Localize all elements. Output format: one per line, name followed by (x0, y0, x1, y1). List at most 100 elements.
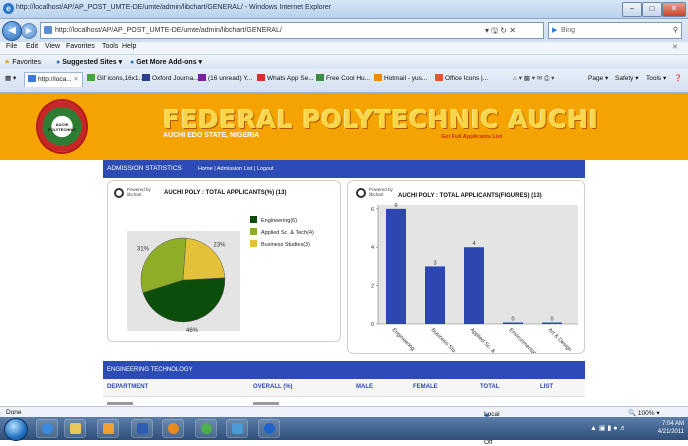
ie-small-icon-2: ● (130, 59, 135, 66)
back-button[interactable]: ◀ (2, 21, 22, 41)
minimize-button[interactable]: – (622, 2, 642, 17)
bar-value-0: 6 (394, 203, 397, 209)
polytechnic-logo: AUCHI POLYTECHNIC (36, 99, 88, 154)
zoom-level[interactable]: 🔍 100% ▾ (628, 409, 660, 417)
close-menu-icon[interactable]: ✕ (672, 43, 678, 51)
help-icon (264, 423, 275, 434)
tab-icon (257, 74, 265, 81)
col-male: MALE (356, 384, 373, 390)
y-tick-label-3: 6 (371, 207, 374, 213)
menu-help[interactable]: Help (122, 43, 136, 50)
bar-1 (425, 266, 445, 324)
clock-date: 4/21/2011 (657, 429, 684, 435)
bar-value-4: 0 (550, 317, 553, 323)
bar-3 (503, 322, 523, 324)
address-url: http://localhost/AP/AP_POST_UMTE-DE/umte… (55, 27, 282, 34)
x-category-label-0: Engineering (391, 327, 416, 352)
taskbar-help[interactable] (258, 419, 280, 438)
site-title: FEDERAL POLYTECHNIC AUCHI (163, 105, 599, 134)
nav-links[interactable]: Home | Admission List | Logout (198, 166, 274, 172)
taskbar: ▲ ▣ ▮ ● ♬ 7:04 AM 4/21/2011 (0, 417, 688, 441)
bar-4 (542, 322, 562, 324)
app-icon (201, 423, 212, 434)
tab-7[interactable]: Office Icons |... (432, 72, 491, 86)
search-icon[interactable]: ⚲ (673, 23, 678, 38)
tab-icon (198, 74, 206, 81)
search-box[interactable]: ▶ Bing ⚲ (548, 22, 682, 39)
system-tray[interactable]: ▲ ▣ ▮ ● ♬ (590, 424, 626, 432)
bar-value-3: 0 (511, 317, 514, 323)
tab-list-button[interactable]: ▦ ▾ (2, 72, 19, 86)
cut-off-cell (253, 402, 279, 405)
address-bar[interactable]: http://localhost/AP/AP_POST_UMTE-DE/umte… (40, 22, 544, 39)
bing-icon: ▶ (552, 27, 558, 34)
menu-edit[interactable]: Edit (26, 43, 38, 50)
site-subtitle: AUCHI EDO STATE, NIGERIA (163, 132, 260, 139)
bar-value-2: 4 (472, 241, 475, 247)
taskbar-app[interactable] (226, 419, 248, 438)
tab-bar: ▦ ▾ http://loca... ✕ GIf icons,16x1... O… (0, 69, 688, 93)
suggested-sites[interactable]: ● Suggested Sites ▾ (56, 58, 122, 66)
admission-header: ADMISSION STATISTICS (107, 165, 182, 172)
help-icon[interactable]: ❓ (671, 72, 685, 86)
y-tick-label-2: 4 (371, 245, 374, 251)
tab-6[interactable]: Hotmail - yus... (371, 72, 430, 86)
col-list: LIST (540, 384, 553, 390)
forward-button[interactable]: ▶ (21, 23, 37, 39)
menu-view[interactable]: View (45, 43, 60, 50)
command-icons[interactable]: ⌂ ▾ ▩ ▾ ✉ ⎙ ▾ (510, 72, 557, 86)
outlook-icon (103, 423, 114, 434)
page-menu[interactable]: Page ▾ (585, 72, 611, 86)
folder-icon (70, 423, 81, 434)
tab-3[interactable]: (16 unread) Y... (195, 72, 255, 86)
col-department: DEPARTMENT (107, 384, 149, 390)
close-button[interactable]: ✕ (662, 2, 686, 17)
start-button[interactable] (4, 418, 28, 441)
get-more-addons[interactable]: ● Get More Add-ons ▾ (130, 58, 202, 66)
taskbar-word[interactable] (131, 419, 153, 438)
tab-4[interactable]: Whats App Se... (254, 72, 317, 86)
tab-icon (435, 74, 443, 81)
word-icon (137, 423, 148, 434)
pie-label-0: 46% (186, 328, 199, 334)
menu-favorites[interactable]: Favorites (66, 43, 95, 50)
get-full-list-link[interactable]: Get Full Applicants List (441, 134, 502, 140)
maximize-button[interactable]: □ (642, 2, 662, 17)
col-female: FEMALE (413, 384, 438, 390)
pie-label-1: 31% (137, 246, 150, 252)
tab-icon (374, 74, 382, 81)
tab-1[interactable]: GIf icons,16x1... (84, 72, 147, 86)
clock[interactable]: 7:04 AM 4/21/2011 (648, 420, 684, 436)
y-tick-label-0: 0 (371, 322, 374, 328)
engineering-bar: ENGINEERING TECHNOLOGY (103, 361, 585, 379)
page-content: AUCHI POLYTECHNIC FEDERAL POLYTECHNIC AU… (0, 93, 688, 406)
legend-swatch-2 (250, 240, 257, 247)
taskbar-dreamweaver[interactable] (195, 419, 217, 438)
refresh-stop-controls[interactable]: ▾ 🖫 ↻ ✕ (485, 23, 516, 38)
bar-chart-panel: Powered by libchart AUCHI POLY : TOTAL A… (347, 180, 585, 354)
legend-entry-0: Engineering(6) (261, 218, 297, 224)
legend-swatch-0 (250, 216, 257, 223)
tab-2[interactable]: Oxford Journa... (139, 72, 202, 86)
tools-menu[interactable]: Tools ▾ (643, 72, 669, 86)
tab-0[interactable]: http://loca... ✕ (24, 72, 83, 87)
menu-bar: File Edit View Favorites Tools Help ✕ (0, 42, 688, 54)
window-title: http://localhost/AP/AP_POST_UMTE-DE/umte… (16, 4, 332, 11)
menu-tools[interactable]: Tools (102, 43, 118, 50)
col-total: TOTAL (480, 384, 500, 390)
ie-icon (42, 423, 53, 434)
safety-menu[interactable]: Safety ▾ (612, 72, 642, 86)
taskbar-ie[interactable] (36, 419, 58, 438)
ie-small-icon: ● (56, 59, 61, 66)
taskbar-firefox[interactable] (162, 419, 184, 438)
tab-icon (87, 74, 95, 81)
tab-5[interactable]: Free Cool Hu... (313, 72, 373, 86)
y-tick-label-1: 2 (371, 284, 374, 290)
engineering-table-header: DEPARTMENT OVERALL (%) MALE FEMALE TOTAL… (103, 379, 585, 397)
favorites-button[interactable]: ★ Favorites (4, 58, 41, 66)
menu-file[interactable]: File (6, 43, 17, 50)
address-row: ◀ ▶ http://localhost/AP/AP_POST_UMTE-DE/… (0, 19, 688, 42)
taskbar-explorer[interactable] (64, 419, 86, 438)
taskbar-outlook[interactable] (97, 419, 119, 438)
window-title-bar: e http://localhost/AP/AP_POST_UMTE-DE/um… (0, 0, 688, 19)
